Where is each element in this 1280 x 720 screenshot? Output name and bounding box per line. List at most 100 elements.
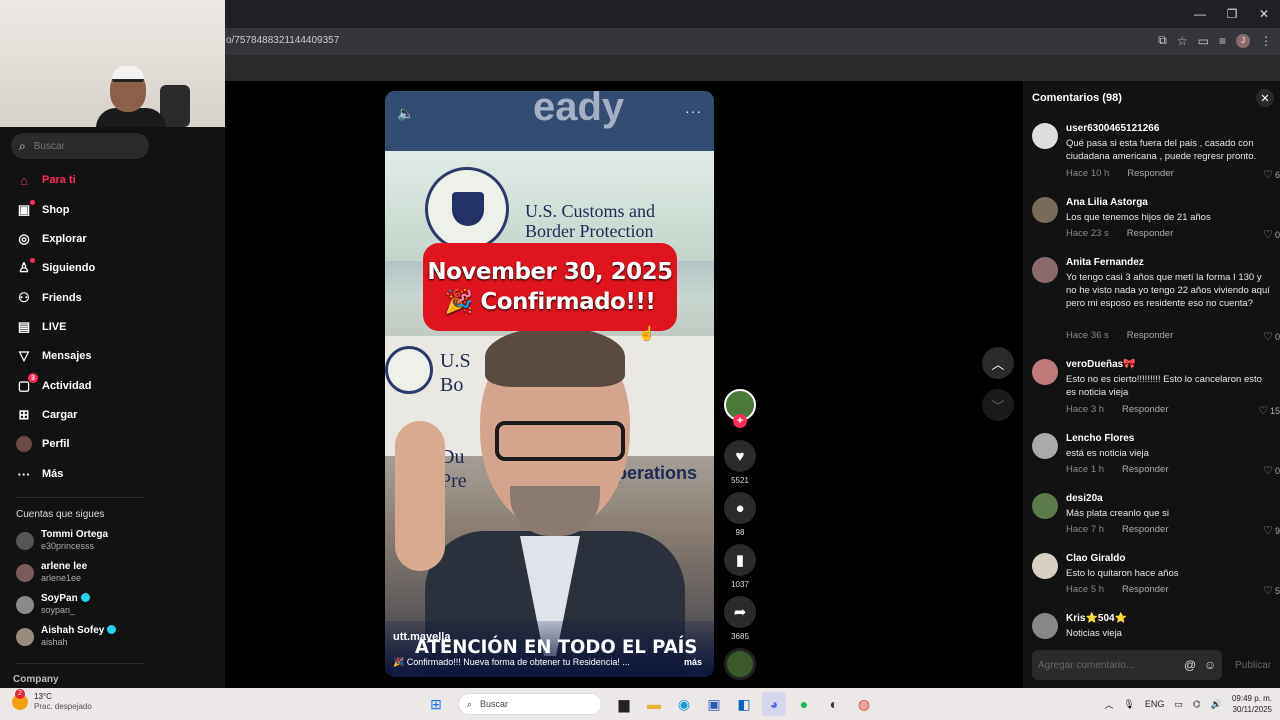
music-disc-icon[interactable] <box>724 648 756 680</box>
video-player[interactable]: eady U.S. Customs and Border Protection U… <box>385 91 714 677</box>
tray-chevron-up-icon[interactable]: ︿ <box>1104 698 1113 711</box>
spotify-icon[interactable]: ● <box>792 692 816 716</box>
search-input[interactable]: ⌕ Buscar <box>11 133 149 159</box>
comment-username[interactable]: Clao Giraldo <box>1066 553 1125 564</box>
mention-at-icon[interactable]: @ <box>1184 658 1196 672</box>
reply-button[interactable]: Responder <box>1122 464 1168 475</box>
comment-avatar[interactable] <box>1032 197 1058 223</box>
network-icon[interactable]: ⌬ <box>1193 699 1201 710</box>
sidebar-item-cargar[interactable]: ⊞ Cargar <box>16 405 78 425</box>
heart-outline-icon: ♡ <box>1263 585 1273 597</box>
comment-avatar[interactable] <box>1032 359 1058 385</box>
reply-button[interactable]: Responder <box>1122 404 1168 415</box>
file-explorer-icon[interactable]: ▬ <box>642 692 666 716</box>
description-more-link[interactable]: más <box>684 657 702 667</box>
like-button[interactable]: ♥ <box>724 440 756 472</box>
comment-username[interactable]: Ana Lilia Astorga <box>1066 197 1148 208</box>
cast-icon[interactable]: ▭ <box>1198 34 1209 48</box>
sidebar-item-label: LIVE <box>42 321 67 333</box>
comment-like-button[interactable]: ♡ 0 <box>1263 330 1280 343</box>
display-icon[interactable]: ▭ <box>1174 699 1183 710</box>
comment-like-button[interactable]: ♡ 15 <box>1258 404 1280 417</box>
reply-button[interactable]: Responder <box>1127 330 1173 341</box>
company-link[interactable]: Company <box>13 674 59 685</box>
comment-like-button[interactable]: ♡ 9 <box>1263 524 1280 537</box>
comment-input[interactable]: Agregar comentario... @ ☺ <box>1032 650 1222 680</box>
app-icon[interactable]: ◐ <box>822 692 846 716</box>
reply-button[interactable]: Responder <box>1127 228 1173 239</box>
sidebar-item-para-ti[interactable]: ⌂ Para ti <box>16 170 76 190</box>
volume-tray-icon[interactable]: 🔊 <box>1211 699 1222 710</box>
video-author[interactable]: utt.mayella <box>393 631 450 643</box>
comment-avatar[interactable] <box>1032 553 1058 579</box>
comment-username[interactable]: veroDueñas🎀 <box>1066 359 1136 370</box>
comment-button[interactable]: ● <box>724 492 756 524</box>
more-options-icon[interactable]: ··· <box>685 103 702 119</box>
comment-meta: Hace 36 s Responder <box>1066 330 1173 341</box>
share-button[interactable]: ➦ <box>724 596 756 628</box>
reply-button[interactable]: Responder <box>1127 168 1173 179</box>
comment-avatar[interactable] <box>1032 493 1058 519</box>
bookmark-star-icon[interactable]: ☆ <box>1177 34 1188 48</box>
restore-button[interactable]: ❐ <box>1216 0 1248 28</box>
comment-like-count: 0 <box>1274 466 1280 476</box>
chrome-icon[interactable]: ◍ <box>852 692 876 716</box>
following-account-arlene[interactable]: arlene lee arlene1ee <box>16 561 87 584</box>
media-control-icon[interactable]: ≡ <box>1219 34 1226 48</box>
following-account-soypan[interactable]: SoyPan soypan_ <box>16 593 90 616</box>
language-indicator[interactable]: ENG <box>1145 699 1165 709</box>
comment-like-button[interactable]: ♡ 0 <box>1263 228 1280 241</box>
comment-like-button[interactable]: ♡ 6 <box>1263 168 1280 181</box>
url-field[interactable]: o/7578488321144409357 <box>226 35 339 46</box>
comment-avatar[interactable] <box>1032 613 1058 639</box>
following-account-aishah[interactable]: Aishah Sofey aishah <box>16 625 117 648</box>
browser-menu-icon[interactable]: ⋮ <box>1260 34 1272 48</box>
taskbar-clock[interactable]: 09:49 p. m. 30/11/2025 <box>1232 693 1272 715</box>
comment-username[interactable]: Lencho Flores <box>1066 433 1134 444</box>
profile-avatar-icon[interactable]: J <box>1236 33 1250 48</box>
close-window-button[interactable]: ✕ <box>1248 0 1280 28</box>
comment-like-button[interactable]: ♡ 0 <box>1263 464 1280 477</box>
store-icon[interactable]: ▣ <box>702 692 726 716</box>
following-account-tommi[interactable]: Tommi Ortega e30princesss <box>16 529 108 552</box>
sidebar-item-perfil[interactable]: Perfil <box>16 434 70 454</box>
comment-username[interactable]: Kris⭐504⭐ <box>1066 613 1127 624</box>
edge-browser-icon[interactable]: ◉ <box>672 692 696 716</box>
save-button[interactable]: ▮ <box>724 544 756 576</box>
sidebar-item-live[interactable]: ▤ LIVE <box>16 317 67 337</box>
install-app-icon[interactable]: ⧉ <box>1158 33 1167 48</box>
minimize-button[interactable]: — <box>1184 0 1216 28</box>
outlook-icon[interactable]: ◧ <box>732 692 756 716</box>
comment-avatar[interactable] <box>1032 433 1058 459</box>
comment-username[interactable]: user6300465121266 <box>1066 123 1159 134</box>
next-video-button[interactable]: ﹀ <box>982 389 1014 421</box>
home-icon: ⌂ <box>20 172 28 188</box>
previous-video-button[interactable]: ︿ <box>982 347 1014 379</box>
weather-widget[interactable]: 2 13°C Prac. despejado <box>12 689 92 712</box>
sidebar-item-explorar[interactable]: ◎ Explorar <box>16 229 86 249</box>
sidebar-item-siguiendo[interactable]: ♙ Siguiendo <box>16 258 95 278</box>
close-comments-button[interactable]: ✕ <box>1256 89 1274 107</box>
comment-username[interactable]: Anita Fernandez <box>1066 257 1144 268</box>
sidebar-item-mensajes[interactable]: ▽ Mensajes <box>16 346 92 366</box>
task-view-icon[interactable]: ▆ <box>612 692 636 716</box>
sidebar-item-friends[interactable]: ⚇ Friends <box>16 288 82 308</box>
post-comment-button[interactable]: Publicar <box>1235 660 1271 671</box>
reply-button[interactable]: Responder <box>1122 584 1168 595</box>
comment-like-button[interactable]: ♡ 5 <box>1263 584 1280 597</box>
microphone-icon[interactable]: 🎙 <box>1123 699 1134 710</box>
discord-icon[interactable]: ◕ <box>762 692 786 716</box>
windows-start-icon[interactable]: ⊞ <box>424 692 448 716</box>
follow-plus-icon[interactable]: + <box>733 414 747 428</box>
comment-username[interactable]: desi20a <box>1066 493 1103 504</box>
sidebar-item-mas[interactable]: ··· Más <box>16 464 64 484</box>
comment-avatar[interactable] <box>1032 123 1058 149</box>
reply-button[interactable]: Responder <box>1122 524 1168 535</box>
heart-outline-icon: ♡ <box>1263 465 1273 477</box>
comment-avatar[interactable] <box>1032 257 1058 283</box>
emoji-icon[interactable]: ☺ <box>1204 658 1216 672</box>
sidebar-item-shop[interactable]: ▣ Shop <box>16 200 70 220</box>
volume-icon[interactable]: 🔈 <box>397 105 414 122</box>
taskbar-search[interactable]: ⌕ Buscar <box>458 693 602 715</box>
sidebar-item-actividad[interactable]: ▢ 3 Actividad <box>16 373 92 396</box>
